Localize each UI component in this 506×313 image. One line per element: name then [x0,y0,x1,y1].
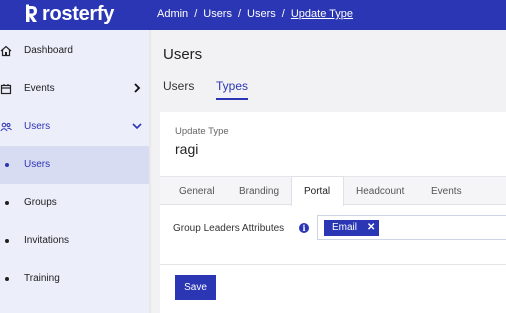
users-icon [0,122,12,132]
type-name: ragi [175,141,199,157]
home-icon [0,45,12,57]
sidebar-item-groups[interactable]: Groups [0,184,149,222]
rosterfy-logo[interactable]: rosterfy [25,3,114,25]
sidebar-item-label: Groups [24,197,57,208]
rosterfy-logo-icon [26,4,37,22]
info-icon[interactable]: i [299,223,309,233]
sidebar-shadow [149,30,152,313]
group-leaders-attributes-label: Group Leaders Attributes [173,223,285,234]
sidebar-item-label: Events [24,83,55,94]
sidebar-item-label: Dashboard [24,45,73,56]
bullet-icon [5,239,9,243]
chevron-down-icon [132,123,142,130]
sidebar-item-invitations[interactable]: Invitations [0,222,149,260]
top-bar: rosterfy Admin / Users / Users / Update … [0,0,506,30]
tab-types[interactable]: Types [216,79,248,93]
breadcrumb-separator: / [194,8,198,20]
breadcrumb-current[interactable]: Update Type [291,8,353,20]
sidebar-item-dashboard[interactable]: Dashboard [0,32,149,70]
subtab-general[interactable]: General [179,186,215,197]
sidebar-item-users[interactable]: Users [0,146,149,184]
breadcrumb: Admin / Users / Users / Update Type [157,8,353,20]
subtab-branding[interactable]: Branding [239,186,279,197]
breadcrumb-separator: / [281,8,285,20]
remove-tag-icon[interactable]: ✕ [367,220,377,236]
tab-users[interactable]: Users [163,79,194,93]
breadcrumb-users-sub[interactable]: Users [247,8,276,20]
sidebar: Dashboard Events Users Users Groups Invi… [0,30,149,313]
breadcrumb-separator: / [237,8,242,20]
save-button[interactable]: Save [175,275,216,300]
subtab-headcount[interactable]: Headcount [356,186,404,197]
brand-name: rosterfy [42,3,115,25]
sidebar-item-label: Users [24,159,51,170]
sidebar-item-label: Training [24,273,60,284]
subtab-events[interactable]: Events [431,186,462,197]
sidebar-item-label: Users [24,121,51,132]
divider [160,264,506,265]
breadcrumb-users[interactable]: Users [203,8,232,20]
bullet-icon [5,201,9,205]
update-type-label: Update Type [175,126,229,137]
sidebar-item-events[interactable]: Events [0,70,149,108]
bullet-icon [5,277,9,281]
calendar-icon [0,84,12,95]
bullet-icon [5,163,9,167]
sidebar-item-training[interactable]: Training [0,260,149,298]
page-title: Users [163,46,203,63]
sidebar-item-label: Invitations [24,235,70,246]
chevron-right-icon [134,83,141,93]
sidebar-item-users-group[interactable]: Users [0,108,149,146]
subtab-portal[interactable]: Portal [304,186,330,197]
breadcrumb-admin[interactable]: Admin [157,8,188,20]
active-tab-indicator [216,98,248,100]
